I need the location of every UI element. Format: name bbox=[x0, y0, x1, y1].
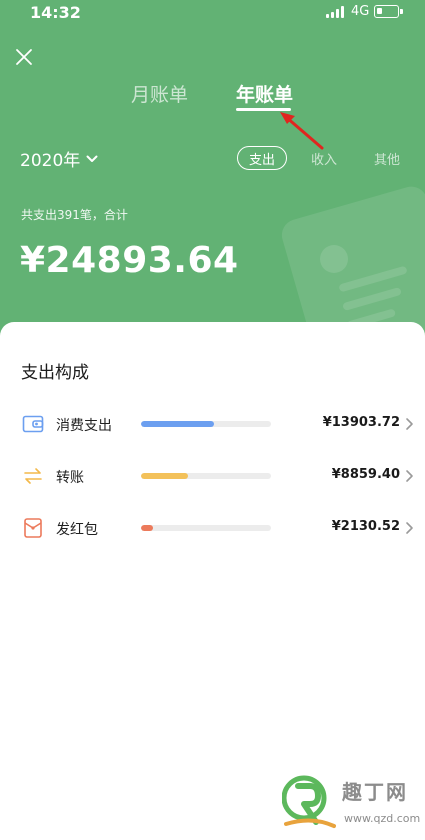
progress-fill bbox=[141, 525, 153, 531]
row-amount: ¥8859.40 bbox=[331, 467, 400, 482]
battery-icon bbox=[374, 5, 403, 18]
progress-bar bbox=[141, 421, 271, 427]
tab-monthly-bill[interactable]: 月账单 bbox=[131, 80, 188, 107]
close-icon bbox=[16, 49, 32, 65]
annual-bill-screen: 14:32 4G 月账单 年账单 2020年 支出 收入 其他 共支出391笔，… bbox=[0, 0, 425, 840]
chevron-right-icon bbox=[406, 418, 413, 430]
header-panel: 14:32 4G 月账单 年账单 2020年 支出 收入 其他 共支出391笔，… bbox=[0, 0, 425, 340]
decorative-bill-card bbox=[278, 182, 425, 340]
active-tab-indicator bbox=[236, 108, 291, 111]
network-type: 4G bbox=[351, 4, 370, 19]
breakdown-row-consumption[interactable]: 消费支出 ¥13903.72 bbox=[0, 406, 425, 442]
row-amount: ¥2130.52 bbox=[331, 519, 400, 534]
chevron-right-icon bbox=[406, 470, 413, 482]
breakdown-row-transfer[interactable]: 转账 ¥8859.40 bbox=[0, 458, 425, 494]
tab-annual-bill[interactable]: 年账单 bbox=[236, 80, 293, 107]
progress-bar bbox=[141, 525, 271, 531]
wallet-icon bbox=[22, 415, 44, 433]
status-time: 14:32 bbox=[30, 3, 81, 22]
year-selector[interactable]: 2020年 bbox=[20, 146, 98, 171]
signal-icon bbox=[326, 6, 344, 18]
row-label: 发红包 bbox=[56, 522, 98, 538]
transfer-icon bbox=[24, 468, 42, 484]
progress-bar bbox=[141, 473, 271, 479]
progress-fill bbox=[141, 473, 188, 479]
row-label: 消费支出 bbox=[56, 418, 112, 434]
status-bar: 14:32 4G bbox=[0, 0, 425, 26]
chevron-down-icon bbox=[86, 155, 98, 162]
expense-summary: 共支出391笔，合计 bbox=[21, 208, 128, 222]
row-amount: ¥13903.72 bbox=[322, 415, 400, 430]
progress-fill bbox=[141, 421, 214, 427]
year-value: 2020年 bbox=[20, 151, 81, 171]
close-button[interactable] bbox=[12, 45, 36, 69]
filter-expense-button[interactable]: 支出 bbox=[237, 146, 287, 170]
red-envelope-icon bbox=[24, 518, 42, 538]
filter-income-button[interactable]: 收入 bbox=[311, 149, 337, 168]
total-amount: ¥24893.64 bbox=[20, 240, 239, 281]
row-label: 转账 bbox=[56, 470, 84, 486]
breakdown-panel: 支出构成 消费支出 ¥13903.72 转账 ¥8859.40 发红包 ¥213… bbox=[0, 322, 425, 840]
decorative-dot bbox=[320, 245, 348, 273]
breakdown-row-red-envelope[interactable]: 发红包 ¥2130.52 bbox=[0, 510, 425, 546]
filter-other-button[interactable]: 其他 bbox=[374, 149, 400, 168]
chevron-right-icon bbox=[406, 522, 413, 534]
section-title: 支出构成 bbox=[21, 363, 89, 383]
